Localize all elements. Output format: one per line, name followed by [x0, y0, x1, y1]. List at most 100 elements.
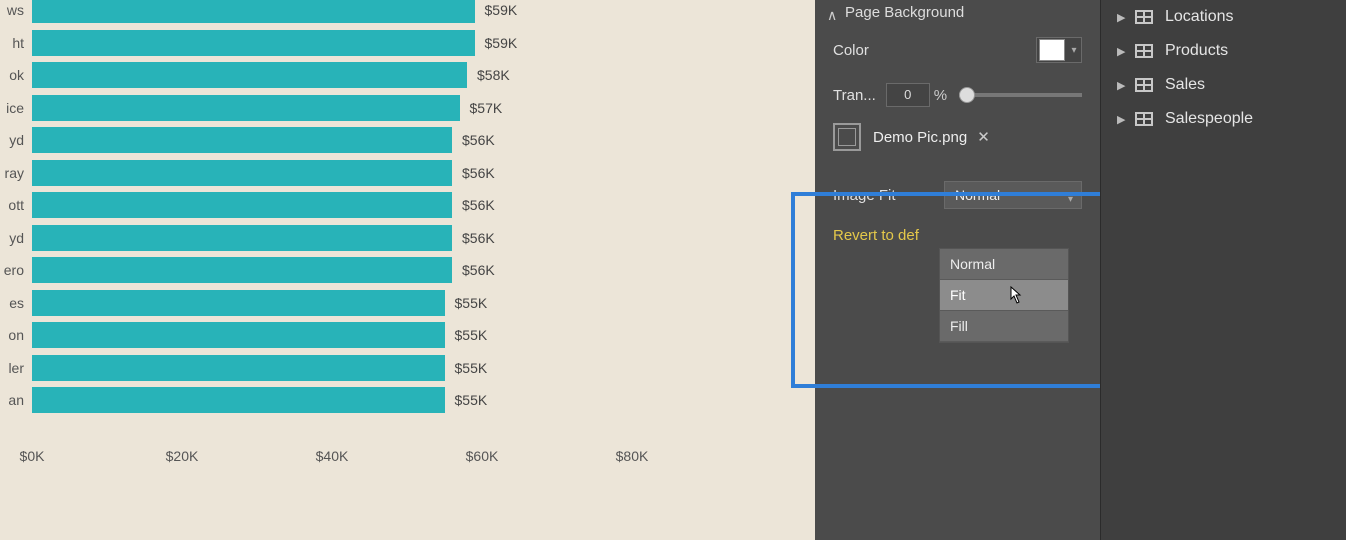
bar-value-label: $59K — [485, 2, 518, 18]
x-axis-tick: $0K — [20, 448, 45, 464]
image-fit-label: Image Fit — [833, 187, 896, 204]
chart-row: ero $56K — [0, 254, 670, 287]
chart-row: ok $58K — [0, 59, 670, 92]
field-table-item[interactable]: ▶ Sales — [1101, 68, 1346, 102]
bar[interactable] — [32, 355, 445, 381]
field-table-item[interactable]: ▶ Locations — [1101, 0, 1346, 34]
expand-triangle-icon[interactable]: ▶ — [1117, 79, 1127, 92]
bar-value-label: $55K — [455, 327, 488, 343]
bar-value-label: $56K — [462, 132, 495, 148]
bar-category-label: ott — [0, 197, 24, 213]
bar-category-label: yd — [0, 132, 24, 148]
table-icon — [1135, 78, 1153, 92]
chart-row: an $55K — [0, 384, 670, 417]
bar-value-label: $58K — [477, 67, 510, 83]
bar-category-label: on — [0, 327, 24, 343]
transparency-label: Tran... — [833, 87, 876, 104]
bar-value-label: $56K — [462, 165, 495, 181]
chart-row: ht $59K — [0, 27, 670, 60]
bar[interactable] — [32, 127, 452, 153]
app-root: ws$59Kht$59Kok$58Kice$57Kyd$56Kray$56Kot… — [0, 0, 1346, 540]
bar[interactable] — [32, 322, 445, 348]
bar-value-label: $56K — [462, 230, 495, 246]
bar-category-label: ok — [0, 67, 24, 83]
bar-value-label: $59K — [485, 35, 518, 51]
expand-triangle-icon[interactable]: ▶ — [1117, 45, 1127, 58]
bar[interactable] — [32, 257, 452, 283]
color-swatch — [1039, 39, 1065, 61]
field-table-item[interactable]: ▶ Salespeople — [1101, 102, 1346, 136]
expand-triangle-icon[interactable]: ▶ — [1117, 11, 1127, 24]
chevron-down-icon: ▾ — [1067, 45, 1081, 56]
chart-row: on $55K — [0, 319, 670, 352]
image-thumb-icon[interactable] — [833, 123, 861, 151]
x-axis-tick: $20K — [166, 448, 199, 464]
transparency-input[interactable]: 0 — [886, 83, 930, 107]
bar[interactable] — [32, 0, 475, 23]
bar-value-label: $55K — [455, 360, 488, 376]
percent-unit: % — [934, 87, 947, 104]
x-axis-tick: $60K — [466, 448, 499, 464]
field-table-label: Locations — [1165, 8, 1234, 26]
bar[interactable] — [32, 62, 467, 88]
chevron-down-icon: ▾ — [1068, 187, 1073, 213]
field-table-label: Salespeople — [1165, 110, 1253, 128]
section-title: Page Background — [845, 4, 964, 21]
bar-category-label: ice — [0, 100, 24, 116]
table-icon — [1135, 112, 1153, 126]
color-row: Color ▾ — [815, 27, 1100, 73]
bar-category-label: es — [0, 295, 24, 311]
bar[interactable] — [32, 225, 452, 251]
bar[interactable] — [32, 387, 445, 413]
transparency-slider[interactable] — [959, 93, 1082, 97]
table-icon — [1135, 10, 1153, 24]
bar-category-label: ray — [0, 165, 24, 181]
field-table-label: Products — [1165, 42, 1228, 60]
bar-value-label: $55K — [455, 295, 488, 311]
chart-row: yd $56K — [0, 124, 670, 157]
bar-category-label: ler — [0, 360, 24, 376]
bar-value-label: $57K — [470, 100, 503, 116]
bar-value-label: $55K — [455, 392, 488, 408]
bar-value-label: $56K — [462, 262, 495, 278]
fields-panel: ▶ Locations ▶ Products ▶ Sales ▶ Salespeople — [1100, 0, 1346, 540]
image-file-row: Demo Pic.png ✕ — [815, 117, 1100, 161]
bar[interactable] — [32, 95, 460, 121]
slider-thumb[interactable] — [959, 87, 975, 103]
transparency-row: Tran... 0 % — [815, 73, 1100, 117]
image-fit-value: Normal — [955, 187, 1000, 203]
chart-row: ice $57K — [0, 92, 670, 125]
bar[interactable] — [32, 160, 452, 186]
table-icon — [1135, 44, 1153, 58]
bar[interactable] — [32, 192, 452, 218]
bar[interactable] — [32, 30, 475, 56]
format-panel: ∧ Page Background Color ▾ Tran... 0 % De… — [815, 0, 1100, 540]
expand-triangle-icon[interactable]: ▶ — [1117, 113, 1127, 126]
color-label: Color — [833, 42, 869, 59]
image-fit-option[interactable]: Fill — [940, 311, 1068, 342]
image-file-name: Demo Pic.png — [873, 129, 967, 146]
chart-row: ws$59K — [0, 0, 670, 27]
bar-value-label: $56K — [462, 197, 495, 213]
chart-row: ray $56K — [0, 157, 670, 190]
image-fit-options: NormalFitFill — [939, 248, 1069, 343]
remove-image-button[interactable]: ✕ — [977, 128, 990, 146]
bar-category-label: ht — [0, 35, 24, 51]
field-table-item[interactable]: ▶ Products — [1101, 34, 1346, 68]
x-axis: $0K$20K$40K$60K$80K — [32, 448, 662, 472]
section-page-background[interactable]: ∧ Page Background — [815, 0, 1100, 27]
image-fit-row: Image Fit Normal ▾ — [815, 161, 1100, 213]
chart-row: es $55K — [0, 287, 670, 320]
color-picker[interactable]: ▾ — [1036, 37, 1082, 63]
chart-row: ler $55K — [0, 352, 670, 385]
chevron-up-icon: ∧ — [827, 7, 837, 24]
field-table-label: Sales — [1165, 76, 1205, 94]
report-canvas[interactable]: ws$59Kht$59Kok$58Kice$57Kyd$56Kray$56Kot… — [0, 0, 815, 540]
chart-row: yd$56K — [0, 222, 670, 255]
image-fit-option[interactable]: Fit — [940, 280, 1068, 311]
bar-category-label: ero — [0, 262, 24, 278]
image-fit-dropdown[interactable]: Normal ▾ — [944, 181, 1082, 209]
bar-category-label: an — [0, 392, 24, 408]
image-fit-option[interactable]: Normal — [940, 249, 1068, 280]
bar[interactable] — [32, 290, 445, 316]
